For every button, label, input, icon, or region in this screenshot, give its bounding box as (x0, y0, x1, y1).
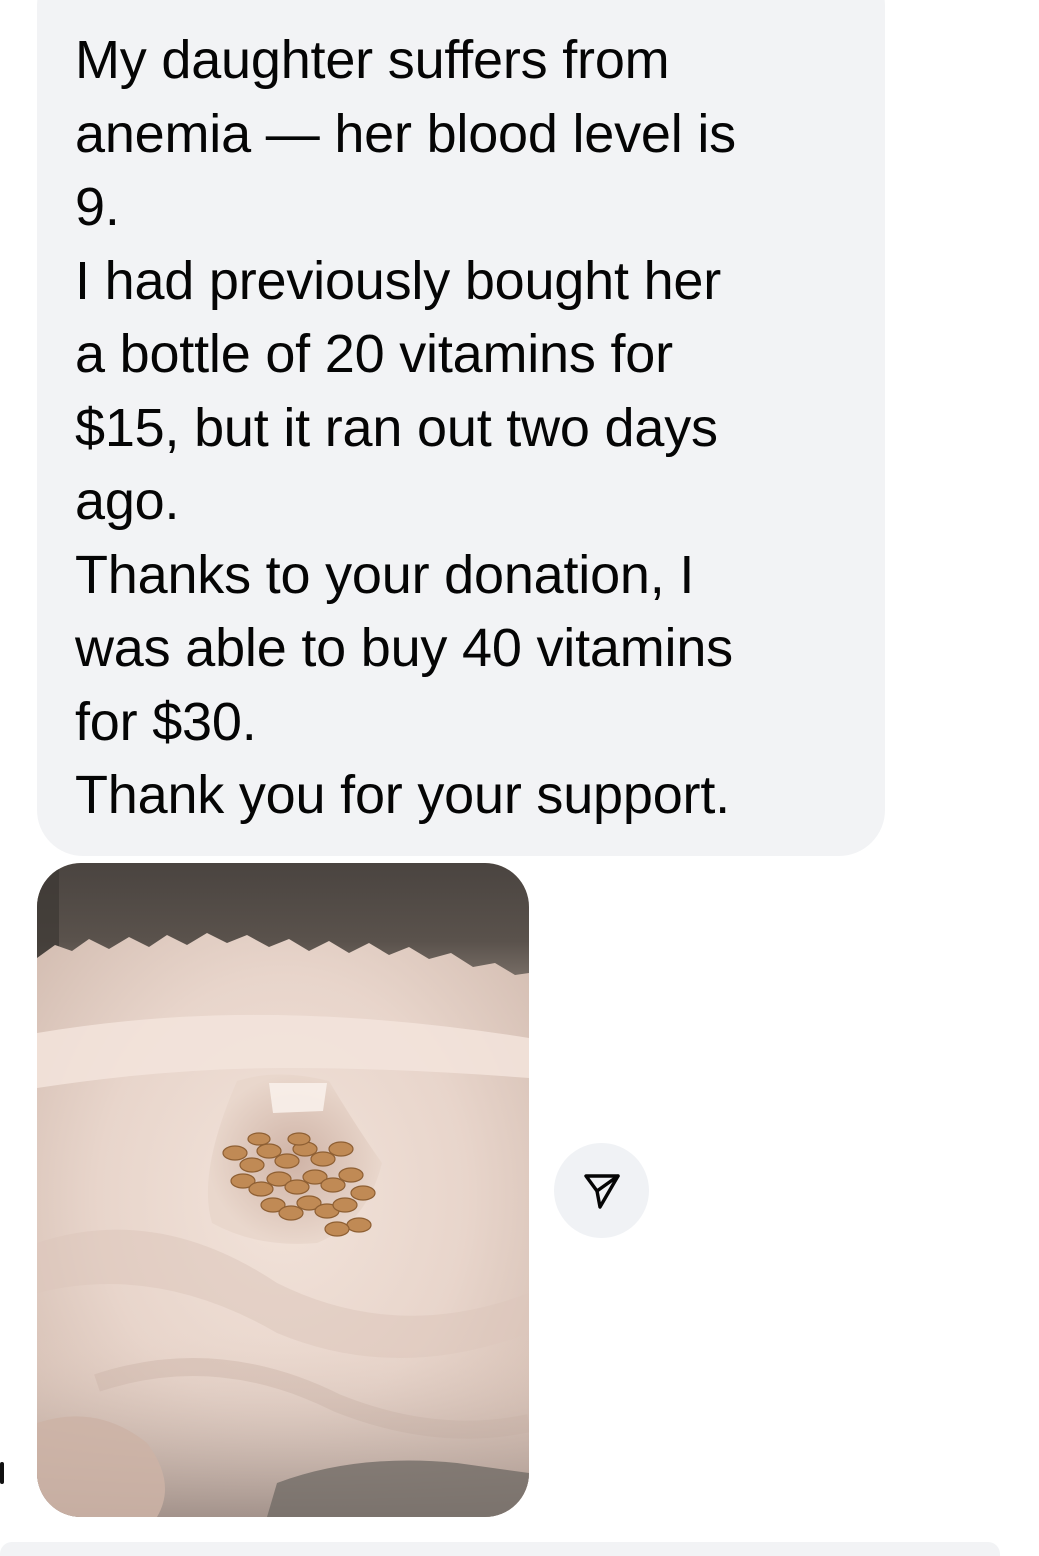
message-line: My daughter suffers from (75, 30, 670, 90)
message-line: ago. (75, 471, 180, 531)
message-line: Thanks to your donation, I (75, 544, 695, 605)
composer-edge (0, 1542, 1000, 1556)
share-button[interactable] (554, 1143, 649, 1238)
message-line: I had previously bought her (75, 250, 722, 311)
message-line: was able to buy 40 vitamins (75, 618, 733, 678)
message-line: for $30. (75, 691, 257, 752)
message-line: $15, but it ran out two days (75, 397, 718, 458)
conversation-view: My daughter suffers from anemia — her bl… (0, 0, 1039, 1556)
pills-in-paper-bag-photo (37, 863, 529, 1517)
message-line: 9. (75, 177, 120, 237)
message-line: Thank you for your support. (75, 765, 730, 825)
incoming-message-bubble[interactable]: My daughter suffers from anemia — her bl… (37, 0, 885, 856)
message-line: a bottle of 20 vitamins for (75, 324, 673, 384)
edge-fragment (0, 1462, 4, 1484)
send-paper-plane-icon (583, 1173, 620, 1209)
photo-attachment[interactable] (37, 863, 529, 1517)
message-text: My daughter suffers from anemia — her bl… (75, 24, 845, 833)
message-line: anemia — her blood level is (75, 103, 736, 164)
